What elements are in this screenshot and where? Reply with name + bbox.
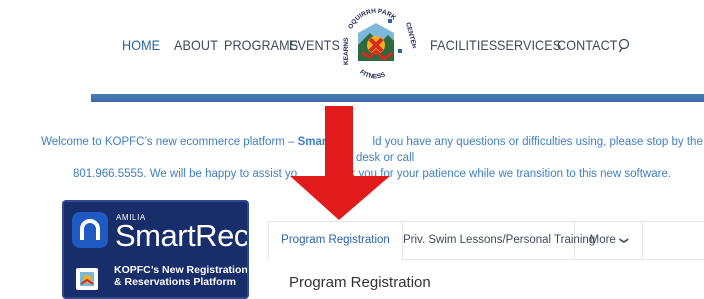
svg-text:FITNESS: FITNESS (358, 69, 387, 81)
banner-smartrec-title: SmartRec (115, 218, 249, 253)
registration-tabs: Program Registration Priv. Swim Lessons/… (268, 221, 704, 260)
chevron-down-icon: ❯ (619, 236, 630, 245)
tab-private-swim-lessons[interactable]: Priv. Swim Lessons/Personal Training (403, 222, 595, 259)
logo-left-text: KEARNS (343, 37, 350, 65)
tab-private-swim-lessons-label: Priv. Swim Lessons/Personal Training (403, 234, 596, 246)
nav-facilities[interactable]: FACILITIES (430, 37, 497, 53)
nav-about[interactable]: ABOUT (174, 37, 218, 53)
smartrec-banner[interactable]: AMILIA SmartRec KOPFC’s New Registration… (62, 200, 249, 299)
nav-home[interactable]: HOME (122, 37, 160, 53)
site-logo[interactable]: OQUIRRH PARK KEARNS CENTER FITNESS (336, 3, 416, 83)
welcome-prefix: Welcome to KOPFC’s new ecommerce platfor… (41, 136, 298, 148)
search-icon[interactable] (618, 38, 632, 54)
tab-program-registration-label: Program Registration (281, 234, 390, 246)
nav-events[interactable]: EVENTS (289, 37, 340, 53)
nav-programs[interactable]: PROGRAMS (224, 37, 298, 53)
nav-contact[interactable]: CONTACT (557, 37, 618, 53)
logo-right-text: CENTER (404, 22, 416, 50)
tab-more[interactable]: More ❯ (575, 222, 643, 259)
welcome-line2-head: 801.966.5555. We will be happy to assist… (72, 168, 298, 180)
banner-tagline: KOPFC’s New Registration & Reservations … (114, 264, 248, 288)
section-title: Program Registration (289, 274, 431, 291)
logo-bottom-text: FITNESS (358, 69, 387, 81)
red-arrow-annotation (290, 106, 390, 220)
kopfc-mini-logo-icon (76, 268, 98, 290)
banner-tagline-line2: & Reservations Platform (114, 276, 236, 288)
tab-program-registration[interactable]: Program Registration (268, 222, 403, 260)
nav-services[interactable]: SERVICES (497, 37, 561, 53)
amilia-logo-icon (72, 212, 108, 248)
main-navigation: HOME ABOUT PROGRAMS EVENTS OQUIRRH PARK … (0, 0, 704, 92)
header-divider-bar (91, 94, 704, 102)
banner-tagline-line1: KOPFC’s New Registration (114, 264, 248, 276)
